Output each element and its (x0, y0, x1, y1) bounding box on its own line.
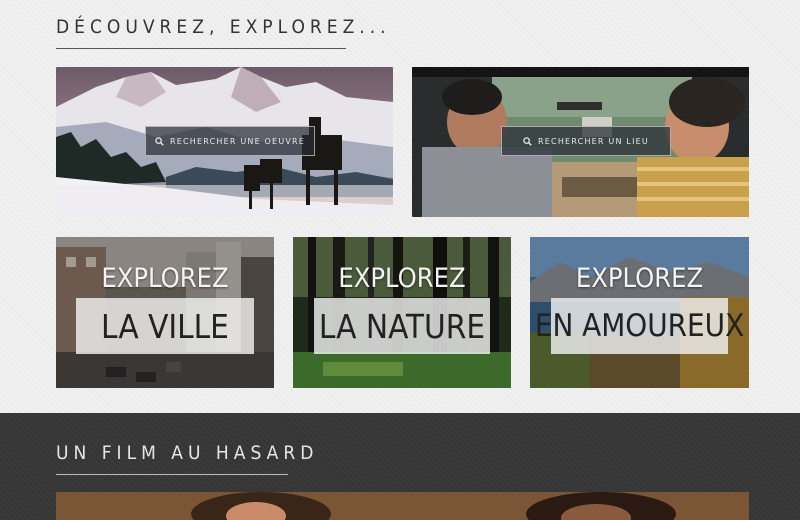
search-place-label: Rechercher un lieu (538, 136, 649, 146)
search-work-button[interactable]: Rechercher une oeuvre (145, 126, 315, 156)
search-work-card[interactable]: Rechercher une oeuvre (56, 67, 393, 217)
film-still-image (56, 492, 749, 520)
explore-love-card[interactable]: Explorez En amoureux (530, 237, 749, 388)
discover-title: Découvrez, explorez... (56, 16, 386, 49)
explore-love-label: En amoureux (535, 298, 744, 354)
search-icon (523, 136, 532, 146)
search-work-label: Rechercher une oeuvre (169, 136, 306, 146)
explore-city-top: Explorez (101, 263, 229, 294)
random-film-title: Un film au hasard (56, 442, 313, 475)
explore-city-card[interactable]: Explorez La ville (56, 237, 274, 388)
explore-love-top: Explorez (575, 263, 704, 294)
random-film-image[interactable] (56, 492, 749, 520)
explore-nature-card[interactable]: Explorez La nature (293, 237, 511, 388)
search-icon (155, 136, 164, 146)
explore-nature-label: La nature (314, 298, 490, 354)
explore-city-label: La ville (76, 298, 254, 354)
search-place-card[interactable]: Rechercher un lieu (412, 67, 749, 217)
explore-nature-top: Explorez (338, 263, 466, 294)
search-place-button[interactable]: Rechercher un lieu (501, 126, 671, 156)
